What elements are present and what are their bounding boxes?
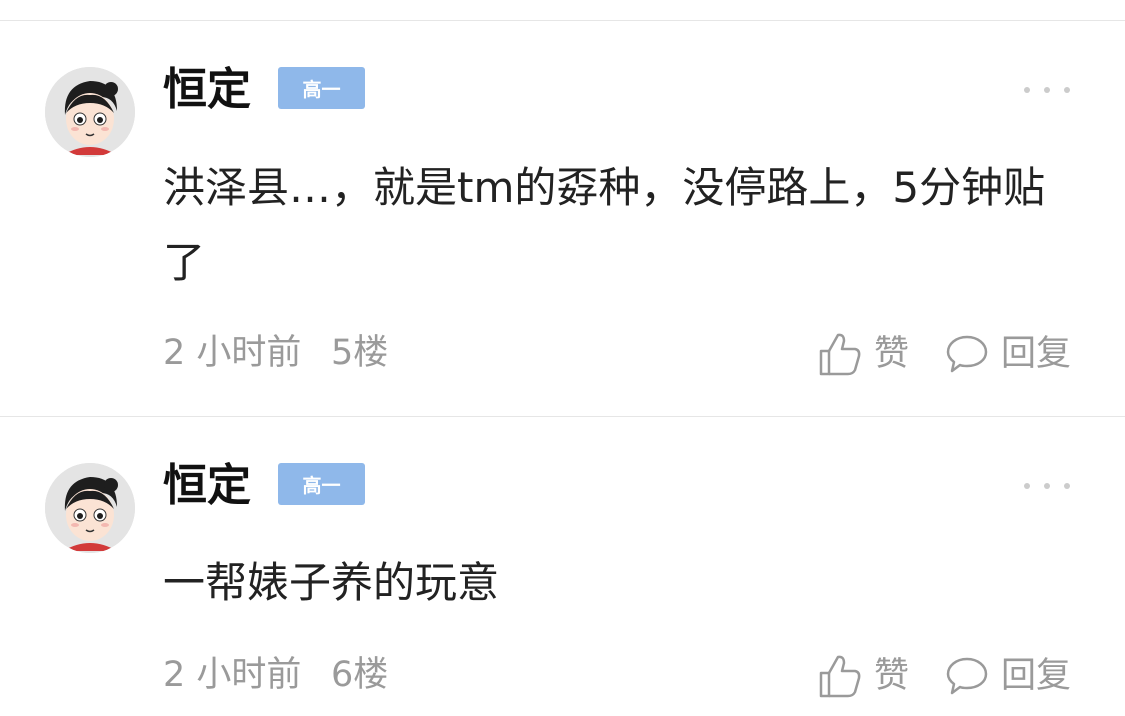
comment-floor: 6楼: [331, 655, 389, 695]
divider: [0, 20, 1125, 21]
like-button[interactable]: 赞: [818, 330, 909, 378]
thumbs-up-icon: [819, 655, 861, 698]
speech-bubble-icon: [946, 335, 988, 373]
like-label: 赞: [874, 655, 910, 696]
grade-badge: 高一: [278, 67, 365, 109]
speech-bubble-icon: [946, 657, 988, 695]
like-button[interactable]: 赞: [818, 652, 909, 700]
reply-button[interactable]: 回复: [945, 652, 1071, 700]
thumbs-up-icon: [819, 333, 861, 376]
avatar[interactable]: [45, 463, 135, 553]
comment-content: 洪泽县…，就是tm的孬种，没停路上，5分钟贴了: [163, 163, 1046, 287]
more-dots-icon[interactable]: [1024, 80, 1070, 100]
comment-time: 2 小时前: [163, 333, 302, 373]
more-dots-icon[interactable]: [1024, 476, 1070, 496]
like-label: 赞: [874, 333, 910, 374]
reply-label: 回复: [1001, 655, 1072, 696]
divider: [0, 416, 1125, 417]
username[interactable]: 恒定: [163, 68, 251, 112]
comment-content: 一帮婊子养的玩意: [163, 558, 500, 607]
cartoon-girl-avatar-icon: [45, 67, 135, 157]
username[interactable]: 恒定: [163, 464, 251, 508]
reply-label: 回复: [1001, 333, 1072, 374]
reply-button[interactable]: 回复: [945, 330, 1071, 378]
avatar[interactable]: [45, 67, 135, 157]
comment-list: 恒定 高一 洪泽县…，就是tm的孬种，没停路上，5分钟贴了 2 小时前 5楼 赞…: [0, 0, 1125, 716]
comment-floor: 5楼: [331, 333, 389, 373]
comment-time: 2 小时前: [163, 655, 302, 695]
cartoon-girl-avatar-icon: [45, 463, 135, 553]
grade-badge: 高一: [278, 463, 365, 505]
